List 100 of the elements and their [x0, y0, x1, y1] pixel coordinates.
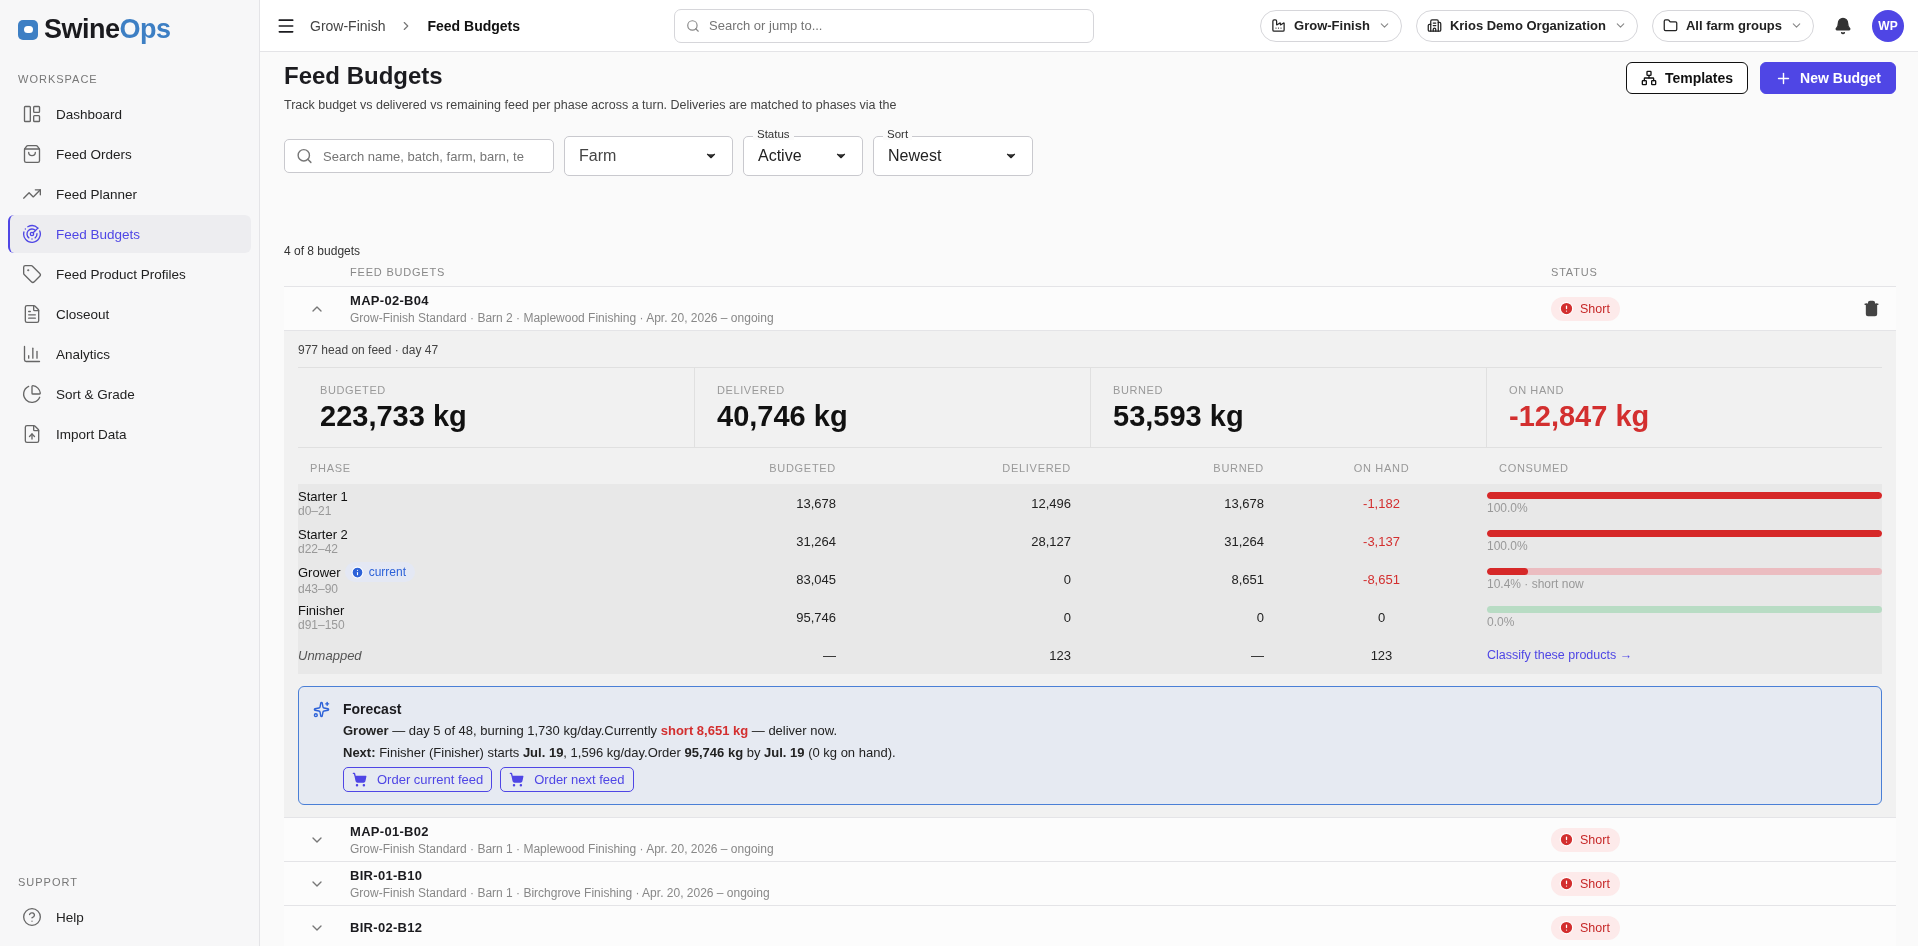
bag-icon [22, 144, 42, 164]
farm-select[interactable]: Farm [564, 136, 733, 176]
nav-item[interactable]: Feed Orders [8, 135, 251, 173]
phase-days: d91–150 [298, 617, 345, 632]
table-cell-text: 13,678 [1223, 495, 1265, 511]
nav-item[interactable]: Help [8, 898, 251, 936]
help-icon [22, 907, 42, 927]
nav-item[interactable]: Import Data [8, 415, 251, 453]
user-avatar[interactable]: WP [1872, 9, 1904, 42]
order-button[interactable]: Order current feed [343, 767, 493, 792]
table-cell-text: 83,045 [795, 571, 837, 587]
phase-name: Grower [298, 564, 341, 580]
table-cell-text: 0 [1376, 609, 1387, 625]
tag-icon [22, 264, 42, 284]
budget-meta: Grow-Finish Standard · Barn 2 · Maplewood Finishing · Apr. 20, 2026 – ongoing [350, 310, 775, 325]
nav-item[interactable]: Sort & Grade [8, 375, 251, 413]
table-cell-text: — [1250, 647, 1265, 663]
cart-icon [352, 772, 367, 787]
table-cell-text: 31,264 [795, 533, 837, 549]
bar-chart-icon [22, 344, 42, 364]
classify-link[interactable]: Classify these products → [1487, 648, 1882, 662]
table-cell-text: 0 [1255, 609, 1265, 625]
consumed-label: 10.4% · short now [1487, 576, 1585, 591]
new-budget-button[interactable]: New Budget [1760, 62, 1896, 94]
factory-icon [1271, 18, 1287, 33]
table-cell-text: -1,182 [1362, 495, 1401, 511]
budget-code: BIR-01-B10 [350, 867, 424, 883]
templates-button[interactable]: Templates [1625, 62, 1749, 94]
field-label: Status [753, 128, 794, 140]
alert-icon [1559, 876, 1574, 891]
nav-item[interactable]: Analytics [8, 335, 251, 373]
folder-icon [1662, 18, 1678, 33]
table-cell-text: -8,651 [1362, 571, 1401, 587]
search-field[interactable]: Search or jump to... [674, 8, 1095, 43]
table-cell-text: 123 [1369, 647, 1394, 663]
trend-sparkle-icon [313, 701, 330, 718]
alert-icon [1559, 920, 1574, 935]
nav-item[interactable]: Closeout [8, 295, 251, 333]
stat-value: 53,593 kg [1113, 400, 1245, 433]
column-header: BUDGETED [768, 461, 837, 476]
column-header: DELIVERED [1001, 461, 1072, 476]
column-header: BURNED [1212, 461, 1265, 476]
nav-item[interactable]: Feed Budgets [8, 215, 251, 253]
logo-icon [18, 19, 38, 40]
column-header: PHASE [309, 461, 352, 476]
budget-meta: Grow-Finish Standard · Barn 1 · Birchgrove Finishing · Apr. 20, 2026 – ongoing [350, 885, 771, 900]
table-cell-text: -3,137 [1362, 533, 1401, 549]
bell-icon[interactable] [1834, 16, 1852, 35]
nav-item[interactable]: Feed Product Profiles [8, 255, 251, 293]
table-cell-text: 28,127 [1030, 533, 1072, 549]
section-title: WORKSPACE [17, 73, 99, 87]
column-header: STATUS [1551, 266, 1599, 278]
column-header: FEED BUDGETS [350, 266, 447, 278]
page-title: Feed Budgets [284, 62, 444, 90]
breadcrumb-item[interactable]: Grow-Finish [310, 17, 386, 34]
table-cell-text: 13,678 [795, 495, 837, 511]
stat-value: 223,733 kg [320, 400, 468, 433]
table-cell-text: — [822, 647, 837, 663]
stat-label: DELIVERED [717, 384, 786, 396]
table-cell-text: 31,264 [1223, 533, 1265, 549]
status-badge: Short [1551, 871, 1620, 896]
current-badge: current [344, 562, 415, 582]
phase-name: Starter 2 [298, 526, 348, 542]
file-upload-icon [22, 424, 42, 444]
hierarchy-icon [1640, 70, 1657, 86]
forecast-text: Next: Finisher (Finisher) starts Jul. 19, 1,596 kg/day.Order 95,746 kg by Jul. 19 (0 kg on hand). [343, 745, 897, 760]
table-cell-text: 95,746 [795, 609, 837, 625]
alert-icon [1559, 832, 1574, 847]
status-badge: Short [1551, 827, 1620, 852]
trash-icon[interactable] [1863, 300, 1880, 317]
nav-item[interactable]: Feed Planner [8, 175, 251, 213]
table-cell-text: 12,496 [1030, 495, 1072, 511]
stat-label: BUDGETED [320, 384, 387, 396]
result-count: 4 of 8 budgets [284, 244, 362, 258]
pie-chart-icon [22, 384, 42, 404]
budget-meta: Grow-Finish Standard · Barn 1 · Maplewood Finishing · Apr. 20, 2026 – ongoing [350, 841, 775, 856]
status-badge: Short [1551, 915, 1620, 940]
table-cell-text: 0 [1062, 571, 1072, 587]
document-icon [22, 304, 42, 324]
context-selector[interactable]: Grow-Finish [1260, 9, 1402, 42]
nav-item[interactable]: Dashboard [8, 95, 251, 133]
breadcrumb-item: Feed Budgets [427, 17, 521, 34]
head-count: 977 head on feed · day 47 [298, 342, 440, 359]
order-button[interactable]: Order next feed [500, 767, 634, 792]
phase-name: Finisher [298, 602, 345, 618]
target-icon [22, 224, 42, 244]
search-field[interactable]: Search name, batch, farm, barn, te [284, 139, 554, 173]
consumed-label: 100.0% [1487, 500, 1529, 515]
table-cell-text: 0 [1062, 609, 1072, 625]
stat-label: ON HAND [1509, 384, 1565, 396]
stat-label: BURNED [1113, 384, 1165, 396]
info-icon [350, 565, 364, 579]
consumed-label: 100.0% [1487, 538, 1529, 553]
logo-text: SwineOps [44, 14, 171, 45]
forecast-text: Grower — day 5 of 48, burning 1,730 kg/day.Currently short 8,651 kg — deliver now. [343, 723, 839, 738]
context-selector[interactable]: Krios Demo Organization [1415, 9, 1638, 42]
status-badge: Short [1551, 296, 1620, 321]
page-subtitle: Track budget vs delivered vs remaining feed per phase across a turn. Deliveries are matched to phases via the [284, 98, 897, 112]
context-selector[interactable]: All farm groups [1651, 9, 1814, 42]
phase-days: d0–21 [298, 503, 348, 518]
